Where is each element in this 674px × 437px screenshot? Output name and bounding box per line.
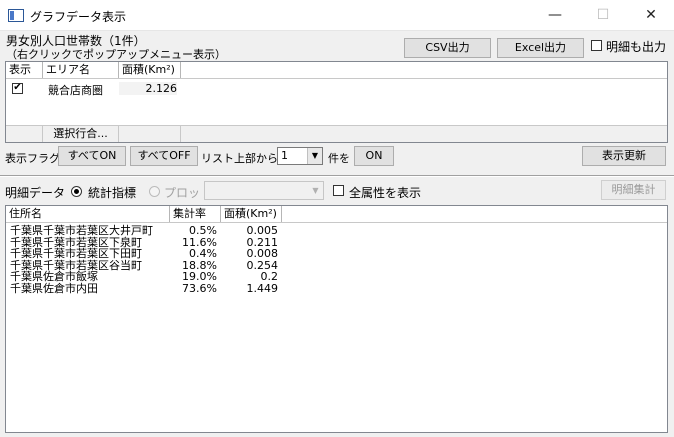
column-header-area-size[interactable]: 面積(Km²) [119,62,181,78]
radio-plot[interactable] [149,186,160,197]
detail-output-checkbox[interactable] [591,40,602,51]
refresh-button[interactable]: 表示更新 [582,146,666,166]
radio-stats-label: 統計指標 [88,186,137,200]
all-attributes-label: 全属性を表示 [349,186,422,200]
excel-output-button[interactable]: Excel出力 [497,38,584,58]
close-button[interactable]: ✕ [628,0,674,30]
all-attributes-checkbox[interactable] [333,185,344,196]
detail-data-label: 明細データ [5,186,66,200]
detail-row[interactable]: 千葉県佐倉市内田 73.6% 1.449 [6,281,286,295]
detail-row-rate: 73.6% [182,281,217,295]
window-title: グラフデータ表示 [30,10,127,24]
all-on-button[interactable]: すべてON [58,146,126,166]
chevron-down-icon[interactable]: ▼ [307,148,322,164]
selected-rows-total: 選択行合... [43,126,119,142]
hint-label: （右クリックでポップアップメニュー表示） [6,48,226,61]
area-row[interactable]: ✔ 競合店商圏 2.126 [6,80,181,97]
aggregate-details-button[interactable]: 明細集計 [601,180,666,200]
detail-list[interactable]: 住所名 集計率 面積(Km²) 千葉県千葉市若葉区大井戸町 0.5% 0.005 千葉… [5,205,668,433]
detail-output-label: 明細も出力 [606,40,667,54]
window-icon [8,9,24,22]
display-flag-label: 表示フラグ [5,152,60,165]
column-header-area[interactable]: 面積(Km²) [221,206,282,222]
column-header-display[interactable]: 表示 [6,62,43,78]
radio-stats[interactable] [71,186,82,197]
plot-select[interactable]: ▼ [204,181,324,200]
count-suffix-label: 件を [328,152,350,165]
area-list-footer: 選択行合... [6,125,667,142]
count-select[interactable]: 1 ▼ [277,147,323,165]
area-list[interactable]: 表示 エリア名 面積(Km²) ✔ 競合店商圏 2.126 選択行合... [5,61,668,143]
column-header-area-name[interactable]: エリア名 [43,62,119,78]
area-row-size: 2.126 [119,82,177,95]
column-header-address[interactable]: 住所名 [6,206,170,222]
title-bar: グラフデータ表示 — ☐ ✕ [0,0,674,31]
detail-row-area: 1.449 [246,281,279,295]
area-row-name: 競合店商圏 [48,84,103,97]
maximize-button[interactable]: ☐ [580,0,626,30]
area-list-header: 表示 エリア名 面積(Km²) [6,62,667,79]
detail-row-address: 千葉県佐倉市内田 [10,281,98,295]
minimize-button[interactable]: — [532,0,578,30]
chevron-down-icon[interactable]: ▼ [308,182,323,199]
all-off-button[interactable]: すべてOFF [130,146,198,166]
section-divider [0,175,674,177]
column-header-rate[interactable]: 集計率 [170,206,221,222]
on-button[interactable]: ON [354,146,394,166]
count-select-value: 1 [281,149,288,162]
csv-output-button[interactable]: CSV出力 [404,38,491,58]
from-top-label: リスト上部から [201,152,278,165]
area-row-checkbox[interactable]: ✔ [12,83,23,94]
detail-list-header: 住所名 集計率 面積(Km²) [6,206,667,223]
